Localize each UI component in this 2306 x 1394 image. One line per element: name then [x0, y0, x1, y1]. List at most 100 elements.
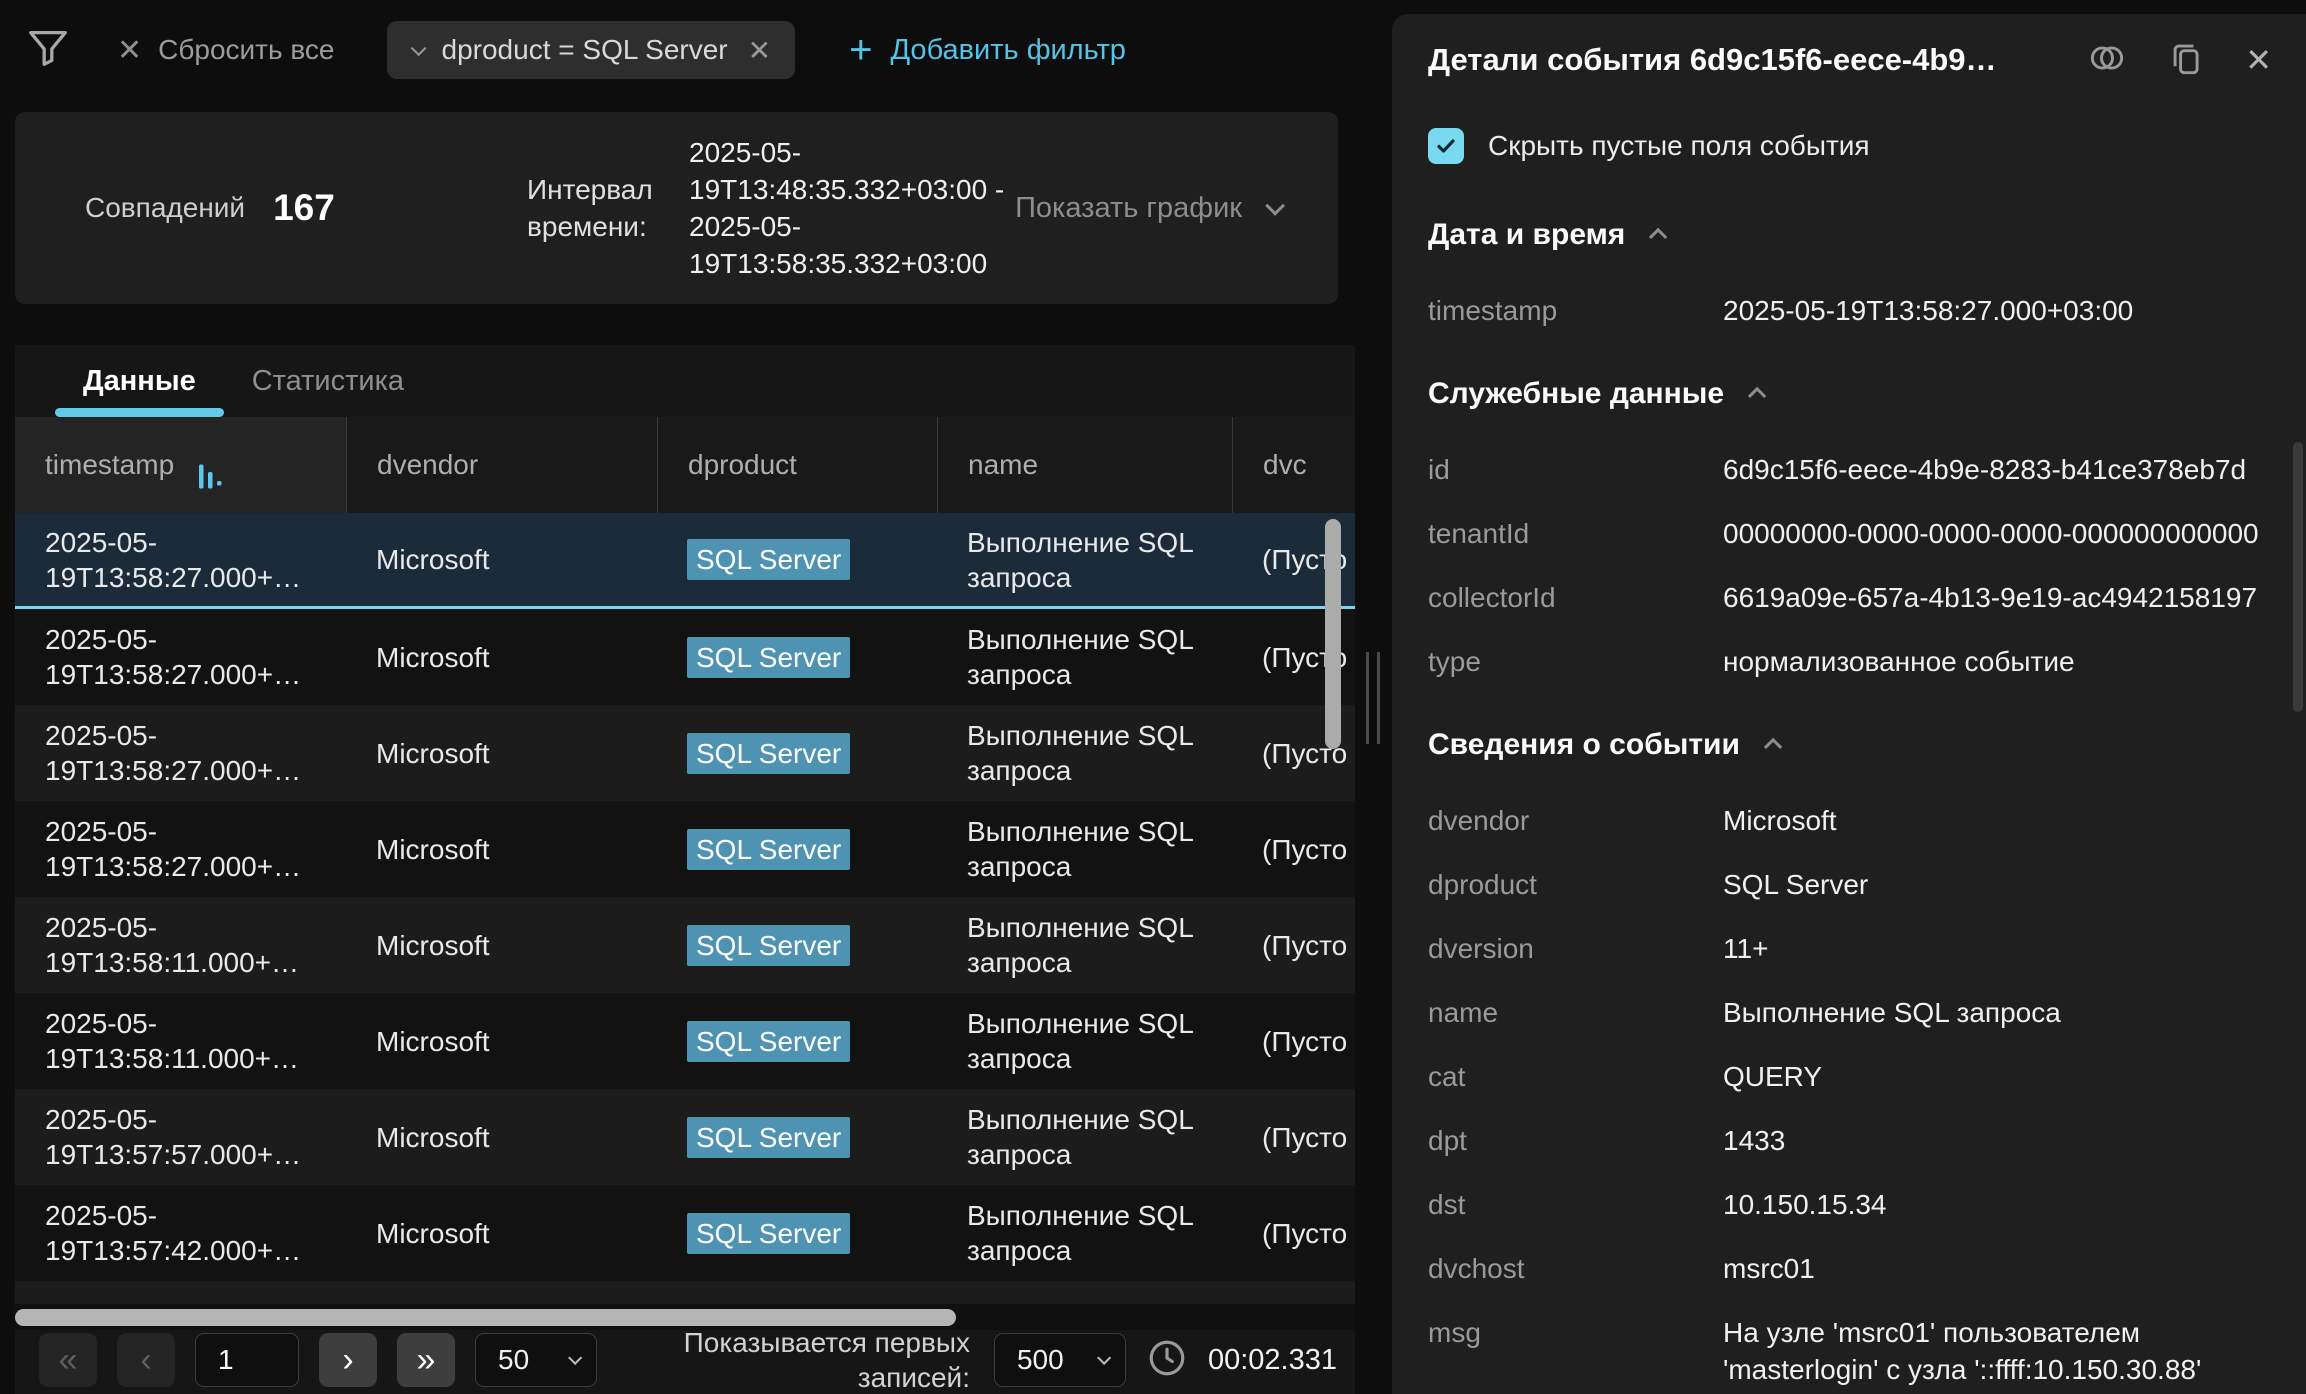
cell-name: Выполнение SQL запроса [937, 1185, 1232, 1281]
rings-icon[interactable] [2085, 36, 2129, 85]
hide-empty-label: Скрыть пустые поля события [1488, 130, 1870, 162]
table-row[interactable]: 2025-05- 19T13:58:11.000+… Microsoft SQL… [15, 897, 1355, 993]
matches-label: Совпадений [85, 192, 245, 224]
table-row[interactable]: 2025-05- 19T13:58:11.000+… Microsoft SQL… [15, 993, 1355, 1089]
field-row: dvchost msrc01 [1428, 1250, 2266, 1287]
field-label: timestamp [1428, 292, 1723, 329]
field-row: dst 10.150.15.34 [1428, 1186, 2266, 1223]
field-value: 11+ [1723, 930, 2266, 967]
page-size-select[interactable]: 50 [475, 1333, 597, 1387]
timestamp-header-label: timestamp [45, 449, 174, 481]
table-row[interactable]: 2025-05- 19T13:57:57.000+… Microsoft SQL… [15, 1089, 1355, 1185]
filter-funnel-icon[interactable] [25, 25, 71, 76]
field-value: 1433 [1723, 1122, 2266, 1159]
field-label: dvendor [1428, 802, 1723, 839]
plus-icon: + [849, 40, 872, 60]
clear-all-icon: ✕ [117, 33, 142, 68]
pagination-bar: « ‹ › » 50 Показывается первых записей: … [15, 1330, 1355, 1394]
last-page-button[interactable]: » [397, 1333, 455, 1387]
page-number-input[interactable] [195, 1333, 299, 1387]
field-row: dversion 11+ [1428, 930, 2266, 967]
panel-resize-handle[interactable] [1366, 652, 1386, 744]
field-row: timestamp 2025-05-19T13:58:27.000+03:00 [1428, 292, 2266, 329]
field-value: На узле 'msrc01' пользователем 'masterlo… [1723, 1314, 2266, 1394]
details-scrollbar[interactable] [2293, 442, 2303, 712]
filter-bar: ✕ Сбросить все dproduct = SQL Server ✕ +… [15, 18, 1355, 82]
clock-icon [1146, 1337, 1188, 1384]
details-title: Детали события 6d9c15f6-eece-4b9… [1428, 42, 2085, 78]
close-icon[interactable]: ✕ [2245, 41, 2272, 79]
showing-label-wrap: Показывается первых записей: [617, 1325, 974, 1394]
field-value: 6d9c15f6-eece-4b9e-8283-b41ce378eb7d [1723, 451, 2266, 488]
dproduct-header-label: dproduct [688, 449, 797, 481]
cell-dvc: (Пусто [1232, 1089, 1355, 1185]
field-row: tenantId 00000000-0000-0000-0000-0000000… [1428, 515, 2266, 552]
first-page-button[interactable]: « [39, 1333, 97, 1387]
table-row[interactable]: 2025-05- 19T13:57:42.000+… Microsoft SQL… [15, 1185, 1355, 1281]
column-header-dvc[interactable]: dvc [1232, 417, 1355, 513]
section-date-time[interactable]: Дата и время [1428, 218, 2266, 252]
prev-page-button[interactable]: ‹ [117, 1333, 175, 1387]
field-label: id [1428, 451, 1723, 488]
table-row[interactable]: 2025-05- 19T13:58:27.000+… Microsoft SQL… [15, 801, 1355, 897]
column-header-dvendor[interactable]: dvendor [346, 417, 657, 513]
chevron-up-icon [1748, 386, 1766, 404]
field-label: dst [1428, 1186, 1723, 1223]
checkbox-checked[interactable] [1428, 128, 1464, 164]
cell-dvendor: Microsoft [346, 993, 657, 1089]
add-filter-button[interactable]: + Добавить фильтр [849, 34, 1126, 67]
tab-data[interactable]: Данные [55, 345, 224, 417]
table-header: timestamp dvendor dproduct name dvc [15, 417, 1355, 513]
field-label: dproduct [1428, 866, 1723, 903]
hide-empty-fields-toggle[interactable]: Скрыть пустые поля события [1428, 128, 2266, 164]
field-value: нормализованное событие [1723, 643, 2266, 680]
field-value: QUERY [1723, 1058, 2266, 1095]
horizontal-scrollbar[interactable] [15, 1309, 956, 1326]
sql-server-highlight: SQL Server [687, 1021, 850, 1062]
field-value: 2025-05-19T13:58:27.000+03:00 [1723, 292, 2266, 329]
copy-icon[interactable] [2165, 36, 2209, 85]
cell-dvendor: Microsoft [346, 897, 657, 993]
histogram-icon[interactable] [196, 429, 226, 502]
show-chart-label: Показать график [1015, 192, 1242, 225]
cell-dvendor: Microsoft [346, 801, 657, 897]
reset-all-label: Сбросить все [158, 34, 334, 66]
column-header-name[interactable]: name [937, 417, 1232, 513]
field-value: 6619a09e-657a-4b13-9e19-ac4942158197 [1723, 579, 2266, 616]
table-row[interactable]: 2025-05- 19T13:58:27.000+… Microsoft SQL… [15, 705, 1355, 801]
event-details-panel: Детали события 6d9c15f6-eece-4b9… ✕ Скры… [1392, 14, 2306, 1394]
field-row: dvendor Microsoft [1428, 802, 2266, 839]
chevron-down-icon[interactable] [410, 40, 426, 56]
showing-label: Показывается первых записей: [670, 1325, 970, 1394]
reset-all-filters-button[interactable]: ✕ Сбросить все [117, 33, 335, 68]
filter-chip-dproduct[interactable]: dproduct = SQL Server ✕ [387, 21, 796, 79]
table-row[interactable]: 2025-05- 19T13:58:27.000+… Microsoft SQL… [15, 609, 1355, 705]
column-header-dproduct[interactable]: dproduct [657, 417, 937, 513]
cell-timestamp: 2025-05- 19T13:58:11.000+… [15, 897, 346, 993]
cell-timestamp: 2025-05- 19T13:58:27.000+… [15, 609, 346, 705]
tab-statistics[interactable]: Статистика [224, 345, 432, 417]
section-service-data[interactable]: Служебные данные [1428, 377, 2266, 411]
cell-name: Выполнение SQL запроса [937, 801, 1232, 897]
field-row: name Выполнение SQL запроса [1428, 994, 2266, 1031]
filter-chip-label: dproduct = SQL Server [442, 34, 728, 66]
remove-filter-icon[interactable]: ✕ [748, 34, 771, 67]
records-limit-select[interactable]: 500 [994, 1333, 1126, 1387]
table-row[interactable]: 2025-05- 19T13:58:27.000+… Microsoft SQL… [15, 513, 1355, 609]
name-header-label: name [968, 449, 1038, 481]
first-page-icon: « [59, 1341, 78, 1380]
table-tabs: Данные Статистика [15, 345, 1355, 417]
details-body: Скрыть пустые поля события Дата и время … [1392, 106, 2306, 1394]
events-table-panel: Данные Статистика timestamp dvendor dpro… [15, 345, 1355, 1394]
column-header-timestamp[interactable]: timestamp [15, 417, 346, 513]
show-chart-button[interactable]: Показать график [1015, 112, 1280, 304]
table-body: 2025-05- 19T13:58:27.000+… Microsoft SQL… [15, 513, 1355, 1304]
cell-dvc: (Пусто [1232, 897, 1355, 993]
vertical-scrollbar[interactable] [1325, 519, 1341, 749]
interval-label: Интервал времени: [527, 171, 669, 245]
field-value: Microsoft [1723, 802, 2266, 839]
next-page-button[interactable]: › [319, 1333, 377, 1387]
cell-timestamp: 2025-05- 19T13:58:11.000+… [15, 993, 346, 1089]
section-event-info[interactable]: Сведения о событии [1428, 728, 2266, 762]
cell-dproduct: SQL Server [657, 897, 937, 993]
